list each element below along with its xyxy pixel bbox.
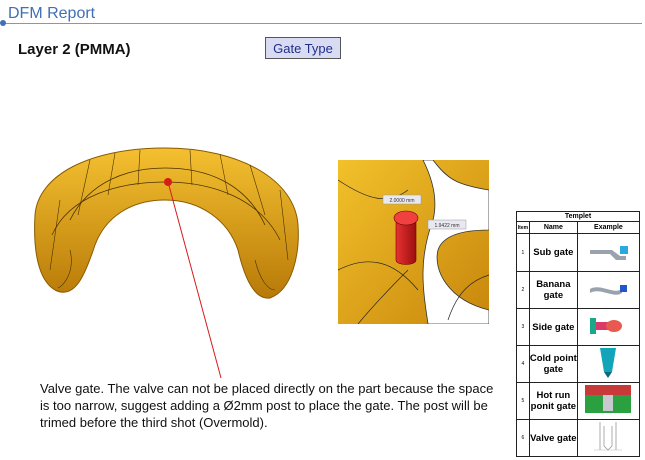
- table-row: 3 Side gate: [516, 308, 641, 346]
- col-example: Example: [576, 221, 641, 234]
- cold-point-gate-icon: [600, 348, 617, 378]
- side-gate-icon: [590, 318, 623, 334]
- hot-runner-gate-icon: [585, 385, 632, 413]
- table-row: 5 Hot run ponit gate: [516, 382, 641, 420]
- table-row: 2 Banana gate: [516, 271, 641, 309]
- table-row: 1 Sub gate: [516, 233, 641, 272]
- gate-note: Valve gate. The valve can not be placed …: [40, 381, 494, 430]
- templet-caption: Templet: [516, 211, 640, 222]
- header-rule: [3, 23, 642, 24]
- gate-templet-table: Templet Item Name Example 1 Sub gate 2 B…: [516, 211, 641, 457]
- table-row: 4 Cold point gate: [516, 345, 641, 383]
- layer-title: Layer 2 (PMMA): [18, 41, 131, 58]
- sub-gate-icon: [590, 245, 629, 260]
- mouthguard-part-render: [34, 147, 299, 299]
- table-row: 6 Valve gate: [516, 419, 641, 457]
- valve-gate-icon: [594, 422, 623, 451]
- report-header: DFM Report: [0, 0, 645, 26]
- gate-point-marker: [164, 178, 172, 186]
- header-dot: [0, 20, 6, 26]
- report-title: DFM Report: [8, 5, 96, 22]
- dimension-label-2: 1.9422 mm: [434, 223, 459, 229]
- col-name: Name: [528, 221, 578, 234]
- col-item: Item: [516, 221, 530, 234]
- dimension-label-1: 2.0000 mm: [389, 198, 414, 204]
- gate-type-button[interactable]: Gate Type: [265, 37, 341, 59]
- banana-gate-icon: [590, 285, 628, 295]
- gate-closeup-render: 2.0000 mm 1.9422 mm: [338, 160, 489, 324]
